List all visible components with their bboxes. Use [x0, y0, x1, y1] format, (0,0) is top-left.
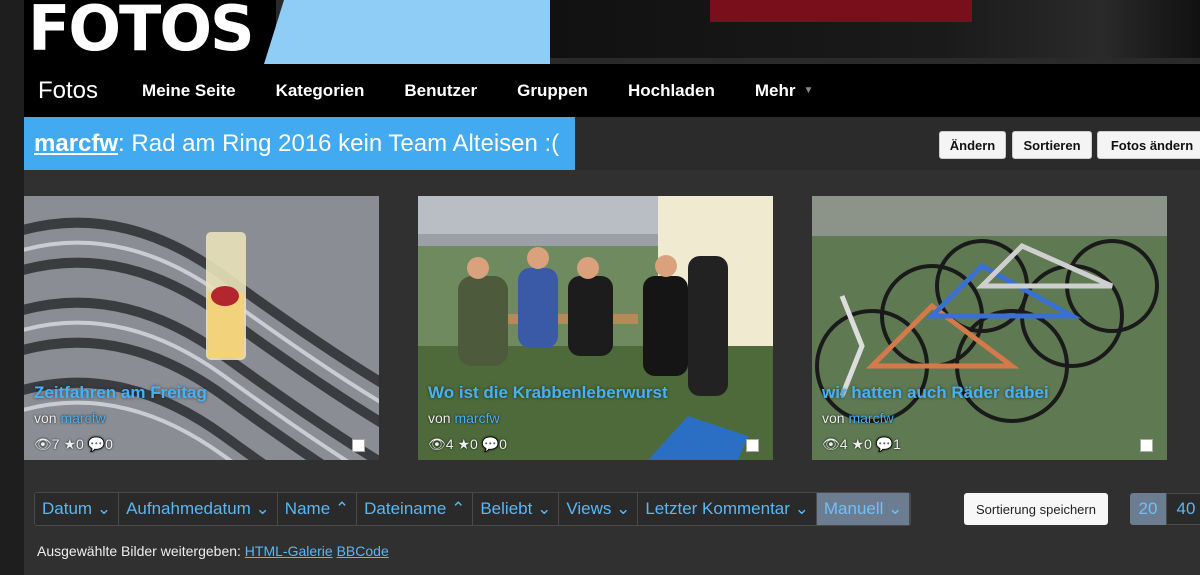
sort-label: Manuell	[823, 499, 884, 518]
save-sort-button[interactable]: Sortierung speichern	[964, 493, 1108, 525]
sort-by-dateiname[interactable]: Dateiname ⌃	[357, 493, 474, 525]
star-icon: ★	[63, 436, 77, 452]
nav-item-gruppen[interactable]: Gruppen	[497, 81, 608, 101]
edit-album-button[interactable]: Ändern	[939, 131, 1006, 159]
photo-caption[interactable]: Zeitfahren am Freitag	[34, 383, 207, 403]
by-label: von	[822, 410, 845, 426]
album-title-text: : Rad am Ring 2016 kein Team Alteisen :(	[118, 129, 560, 157]
left-sidebar-strip	[0, 0, 24, 575]
photo-tile[interactable]: wir hatten auch Räder dabei von marcfw 👁…	[812, 196, 1167, 460]
sort-by-name[interactable]: Name ⌃	[277, 493, 358, 525]
sort-label: Views	[566, 499, 612, 518]
per-page-40[interactable]: 40	[1166, 493, 1200, 525]
chevron-down-icon: ⌄	[794, 499, 809, 518]
sort-by-datum[interactable]: Datum ⌄	[35, 493, 120, 525]
view-count: 7	[51, 436, 60, 452]
nav-brand[interactable]: Fotos	[24, 77, 122, 105]
photo-author-link[interactable]: marcfw	[454, 410, 499, 426]
chevron-up-icon: ⌃	[451, 499, 466, 518]
chevron-down-icon: ⌄	[537, 499, 552, 518]
main-navigation: Fotos Meine Seite Kategorien Benutzer Gr…	[24, 64, 1200, 117]
star-icon: ★	[457, 436, 471, 452]
sort-label: Dateiname	[364, 499, 447, 518]
eye-icon: 👁	[428, 436, 446, 452]
photo-tile[interactable]: Wo ist die Krabbenleberwurst von marcfw …	[418, 196, 773, 460]
by-label: von	[428, 410, 451, 426]
comment-icon: 💬	[481, 436, 500, 452]
photo-caption[interactable]: wir hatten auch Räder dabei	[822, 383, 1049, 403]
per-page-20[interactable]: 20	[1130, 493, 1166, 525]
chevron-down-icon: ⌄	[255, 499, 270, 518]
sort-label: Beliebt	[480, 499, 533, 518]
star-icon: ★	[851, 436, 865, 452]
sort-by-letzter-kommentar[interactable]: Letzter Kommentar ⌄	[638, 493, 817, 525]
nav-item-benutzer[interactable]: Benutzer	[384, 81, 497, 101]
comment-count: 1	[893, 436, 901, 452]
album-owner-link[interactable]: marcfw	[34, 130, 118, 158]
caret-down-icon: ▼	[803, 85, 814, 96]
sort-bar: Datum ⌄ Aufnahmedatum ⌄ Name ⌃ Dateiname…	[34, 492, 912, 526]
sort-label: Aufnahmedatum	[126, 499, 251, 518]
photo-author-link[interactable]: marcfw	[848, 410, 893, 426]
chevron-down-icon: ⌄	[616, 499, 631, 518]
star-count: 0	[470, 436, 478, 452]
comment-count: 0	[105, 436, 113, 452]
star-count: 0	[76, 436, 84, 452]
by-label: von	[34, 410, 57, 426]
nav-item-mehr-label: Mehr	[754, 80, 796, 100]
nav-item-mehr[interactable]: Mehr ▼	[735, 81, 834, 101]
sort-by-beliebt[interactable]: Beliebt ⌄	[473, 493, 560, 525]
view-count: 4	[839, 436, 848, 452]
photo-stats: 👁4 ★0 💬0	[428, 436, 507, 453]
star-count: 0	[864, 436, 872, 452]
photo-author-line: von marcfw	[428, 410, 500, 426]
photo-stats: 👁4 ★0 💬1	[822, 436, 901, 453]
select-checkbox[interactable]	[1140, 439, 1153, 452]
sort-label: Name	[284, 499, 331, 518]
share-html-gallery-link[interactable]: HTML-Galerie	[245, 543, 333, 559]
advertisement-element[interactable]	[710, 0, 972, 22]
nav-item-hochladen[interactable]: Hochladen	[608, 81, 735, 101]
comment-icon: 💬	[87, 436, 106, 452]
share-selected: Ausgewählte Bilder weitergeben: HTML-Gal…	[37, 543, 389, 559]
edit-photos-button[interactable]: Fotos ändern	[1097, 131, 1200, 159]
share-label: Ausgewählte Bilder weitergeben:	[37, 543, 241, 559]
view-count: 4	[445, 436, 454, 452]
eye-icon: 👁	[822, 436, 840, 452]
photo-tile[interactable]: Zeitfahren am Freitag von marcfw 👁7 ★0 💬…	[24, 196, 379, 460]
sort-by-manuell[interactable]: Manuell ⌄	[816, 493, 911, 525]
chevron-down-icon: ⌄	[96, 499, 112, 518]
nav-item-kategorien[interactable]: Kategorien	[256, 81, 385, 101]
site-logo[interactable]: FOTOS	[28, 0, 255, 68]
comment-icon: 💬	[875, 436, 894, 452]
sort-by-views[interactable]: Views ⌄	[559, 493, 639, 525]
select-checkbox[interactable]	[352, 439, 365, 452]
album-title: marcfw : Rad am Ring 2016 kein Team Alte…	[24, 117, 575, 170]
photo-author-line: von marcfw	[34, 410, 106, 426]
logo-accent	[264, 0, 550, 64]
sort-label: Datum	[42, 499, 93, 518]
eye-icon: 👁	[34, 436, 52, 452]
photo-stats: 👁7 ★0 💬0	[34, 436, 113, 453]
share-bbcode-link[interactable]: BBCode	[337, 543, 389, 559]
sort-album-button[interactable]: Sortieren	[1012, 131, 1092, 159]
select-checkbox[interactable]	[746, 439, 759, 452]
comment-count: 0	[499, 436, 507, 452]
chevron-down-icon: ⌄	[888, 499, 903, 518]
chevron-up-icon: ⌃	[334, 499, 350, 518]
nav-item-meine-seite[interactable]: Meine Seite	[122, 81, 256, 101]
sort-by-aufnahmedatum[interactable]: Aufnahmedatum ⌄	[119, 493, 278, 525]
photo-caption[interactable]: Wo ist die Krabbenleberwurst	[428, 383, 668, 403]
photo-author-line: von marcfw	[822, 410, 894, 426]
sort-label: Letzter Kommentar	[645, 499, 790, 518]
photo-author-link[interactable]: marcfw	[60, 410, 105, 426]
